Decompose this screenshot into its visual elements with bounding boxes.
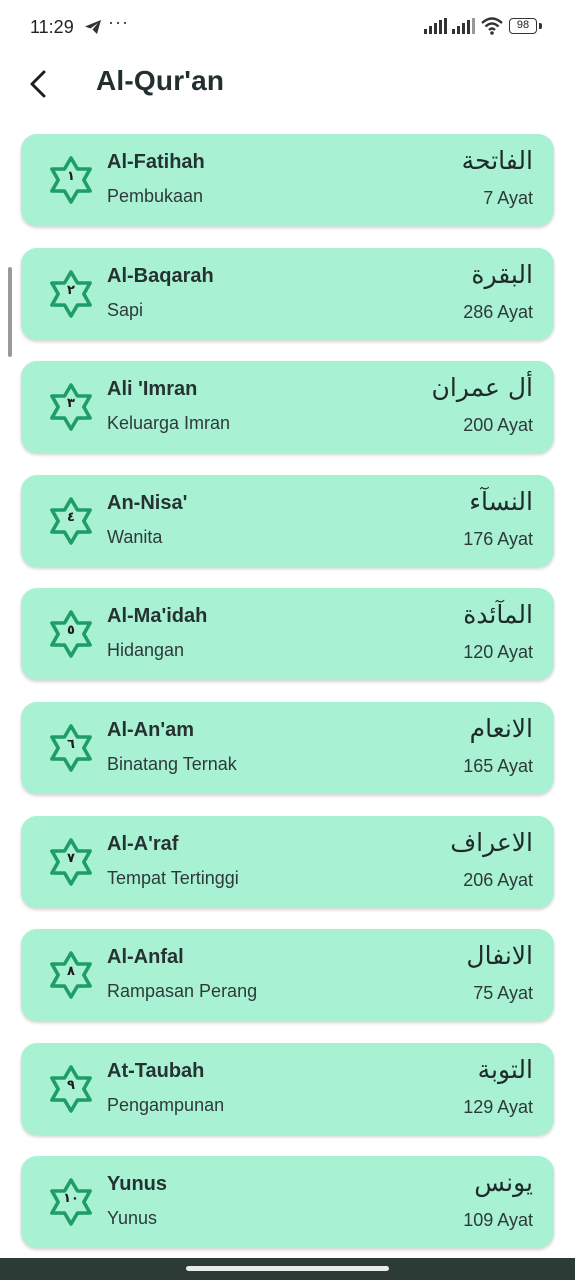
star-badge-icon: ١٠ — [46, 1177, 96, 1227]
surah-card[interactable]: ٦ Al-An'am Binatang Ternak الانعام 165 Ayat — [21, 701, 554, 794]
surah-meaning: Sapi — [107, 299, 144, 320]
surah-number: ٦ — [67, 736, 75, 752]
surah-latin-name: Al-Ma'idah — [107, 605, 208, 628]
surah-latin-name: Ali 'Imran — [107, 378, 198, 401]
star-badge-icon: ٢ — [46, 269, 96, 319]
surah-latin-name: An-Nisa' — [107, 491, 188, 514]
star-badge-icon: ١ — [46, 155, 96, 205]
surah-ayat-count: 176 Ayat — [463, 528, 533, 549]
surah-meaning: Pembukaan — [107, 186, 204, 206]
surah-arabic-name: التوبة — [477, 1054, 533, 1084]
surah-arabic-name: الاعراف — [450, 827, 533, 857]
surah-meaning: Wanita — [107, 526, 163, 547]
surah-arabic-name: يونس — [474, 1168, 533, 1198]
surah-number: ١ — [67, 169, 75, 184]
surah-number: ٤ — [67, 509, 75, 525]
surah-number: ٨ — [67, 964, 75, 980]
surah-meaning: Rampasan Perang — [107, 981, 258, 1002]
surah-card[interactable]: ٨ Al-Anfal Rampasan Perang الانفال 75 Ayat — [21, 929, 554, 1022]
surah-number: ٧ — [67, 850, 75, 866]
scrollbar[interactable] — [8, 267, 12, 357]
wifi-icon — [481, 17, 503, 35]
surah-card[interactable]: ٥ Al-Ma'idah Hidangan المآئدة 120 Ayat — [21, 588, 554, 681]
surah-card[interactable]: ٤ An-Nisa' Wanita النسآء 176 Ayat — [21, 474, 554, 567]
surah-arabic-name: أل عمران — [431, 373, 533, 403]
surah-latin-name: Al-Fatihah — [107, 151, 205, 173]
surah-latin-name: Al-Anfal — [107, 946, 184, 969]
signal-icon-2 — [452, 18, 475, 34]
surah-meaning: Tempat Tertinggi — [107, 867, 239, 888]
star-badge-icon: ٨ — [46, 950, 96, 1000]
surah-card[interactable]: ١٠ Yunus Yunus يونس 109 Ayat — [21, 1156, 554, 1249]
status-bar: 11:29 ··· 98 — [0, 0, 575, 56]
surah-card[interactable]: ٢ Al-Baqarah Sapi البقرة 286 Ayat — [21, 247, 554, 340]
surah-latin-name: Al-An'am — [107, 718, 194, 741]
surah-ayat-count: 7 Ayat — [483, 188, 533, 208]
home-indicator[interactable] — [186, 1266, 389, 1271]
surah-meaning: Yunus — [107, 1208, 158, 1229]
surah-card[interactable]: ٣ Ali 'Imran Keluarga Imran أل عمران 200 Aya… — [21, 361, 554, 454]
surah-ayat-count: 165 Ayat — [463, 755, 533, 776]
surah-card[interactable]: ٧ Al-A'raf Tempat Tertinggi الاعراف 206 Ayat — [21, 815, 554, 908]
surah-meaning: Keluarga Imran — [107, 413, 231, 434]
battery-icon: 98 — [509, 18, 537, 34]
app-bar: Al-Qur'an — [0, 56, 575, 112]
surah-latin-name: Al-A'raf — [107, 832, 179, 855]
star-badge-icon: ٦ — [46, 723, 96, 773]
surah-latin-name: Al-Baqarah — [107, 264, 214, 287]
surah-arabic-name: الفاتحة — [461, 146, 533, 175]
surah-ayat-count: 206 Ayat — [463, 869, 533, 890]
page-title: Al-Qur'an — [96, 65, 225, 96]
star-badge-icon: ٣ — [46, 382, 96, 432]
battery-tip — [539, 23, 542, 29]
surah-ayat-count: 75 Ayat — [473, 983, 533, 1004]
surah-arabic-name: البقرة — [471, 259, 533, 289]
star-badge-icon: ٧ — [46, 837, 96, 887]
surah-latin-name: Yunus — [107, 1173, 168, 1196]
surah-ayat-count: 286 Ayat — [463, 301, 533, 322]
surah-arabic-name: الانفال — [466, 941, 533, 971]
surah-ayat-count: 200 Ayat — [463, 415, 533, 436]
surah-meaning: Binatang Ternak — [107, 753, 237, 774]
surah-arabic-name: النسآء — [469, 486, 533, 516]
star-badge-icon: ٩ — [46, 1064, 96, 1114]
surah-arabic-name: الانعام — [469, 713, 533, 743]
star-badge-icon: ٥ — [46, 609, 96, 659]
signal-icon — [424, 18, 447, 34]
surah-number: ٣ — [67, 396, 75, 412]
surah-meaning: Pengampunan — [107, 1094, 225, 1115]
surah-card[interactable]: ٩ At-Taubah Pengampunan التوبة 129 Ayat — [21, 1042, 554, 1135]
surah-meaning: Hidangan — [107, 640, 185, 661]
surah-arabic-name: المآئدة — [463, 600, 533, 630]
surah-ayat-count: 129 Ayat — [463, 1096, 533, 1117]
surah-number: ٩ — [67, 1077, 75, 1093]
surah-number: ١٠ — [63, 1191, 79, 1207]
star-badge-icon: ٤ — [46, 496, 96, 546]
surah-number: ٢ — [67, 282, 75, 298]
surah-number: ٥ — [67, 623, 75, 639]
surah-card[interactable]: ١ Al-Fatihah Pembukaan الفاتحة 7 Ayat — [21, 134, 554, 226]
surah-latin-name: At-Taubah — [107, 1059, 205, 1082]
telegram-icon — [85, 20, 101, 34]
surah-ayat-count: 120 Ayat — [463, 642, 533, 663]
status-time: 11:29 — [30, 17, 74, 37]
surah-list: ١ Al-Fatihah Pembukaan الفاتحة 7 Ayat ٢ Al-Baq… — [21, 134, 554, 1270]
back-arrow-icon[interactable] — [24, 68, 54, 100]
surah-ayat-count: 109 Ayat — [463, 1210, 533, 1231]
more-notifications-icon: ··· — [108, 12, 129, 32]
